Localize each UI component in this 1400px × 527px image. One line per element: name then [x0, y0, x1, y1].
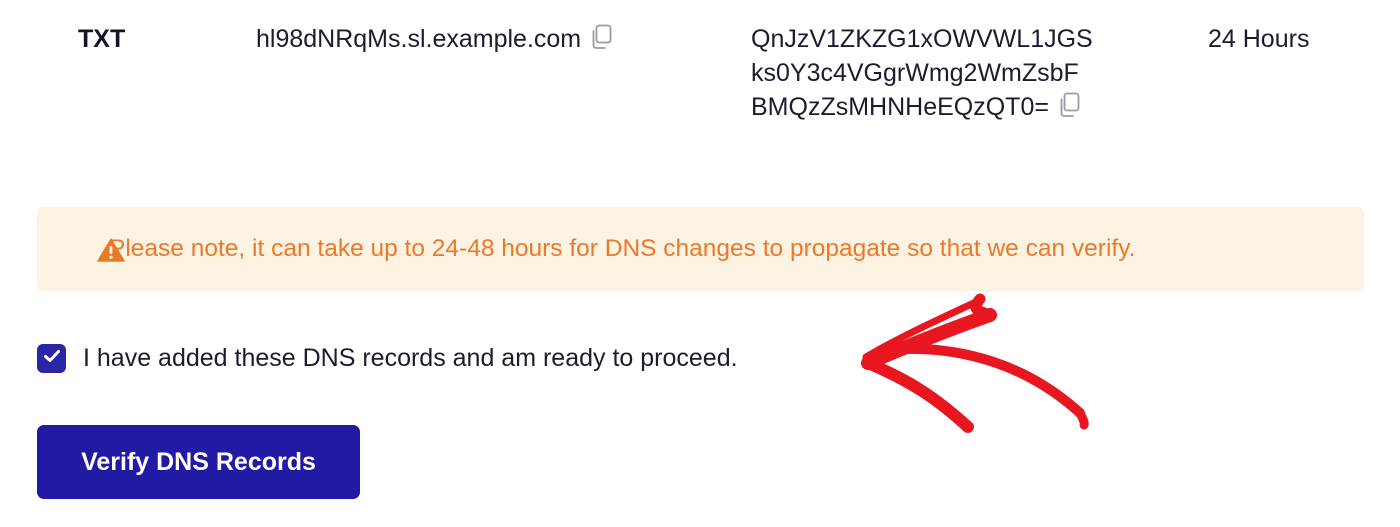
- confirm-row: I have added these DNS records and am re…: [37, 338, 738, 378]
- record-value-line: BMQzZsMHNHeEQzQT0=: [751, 90, 1171, 124]
- record-ttl: 24 Hours: [1208, 25, 1310, 53]
- verify-dns-records-button[interactable]: Verify DNS Records: [37, 425, 360, 499]
- confirm-label[interactable]: I have added these DNS records and am re…: [83, 344, 738, 373]
- copy-icon[interactable]: [1057, 92, 1081, 118]
- record-value: QnJzV1ZKZG1xOWVWL1JGS ks0Y3c4VGgrWmg2WmZ…: [751, 22, 1171, 124]
- record-value-line: QnJzV1ZKZG1xOWVWL1JGS: [751, 25, 1093, 53]
- record-host-text: hl98dNRqMs.sl.example.com: [256, 25, 582, 53]
- propagation-notice: Please note, it can take up to 24-48 hou…: [37, 207, 1364, 291]
- record-host: hl98dNRqMs.sl.example.com: [256, 22, 613, 56]
- warning-triangle-icon: [97, 238, 125, 262]
- dns-record-row: TXT hl98dNRqMs.sl.example.com QnJzV1ZKZG…: [0, 22, 1400, 142]
- record-value-line: ks0Y3c4VGgrWmg2WmZsbF: [751, 59, 1079, 87]
- copy-icon[interactable]: [589, 24, 613, 50]
- confirm-checkbox[interactable]: [37, 343, 66, 373]
- dns-verification-page: TXT hl98dNRqMs.sl.example.com QnJzV1ZKZG…: [0, 0, 1400, 527]
- checkmark-icon: [43, 349, 61, 368]
- notice-text: Please note, it can take up to 24-48 hou…: [109, 235, 1136, 262]
- record-value-line-text: BMQzZsMHNHeEQzQT0=: [751, 93, 1049, 121]
- red-arrow-annotation: [861, 293, 1089, 433]
- record-type: TXT: [78, 25, 126, 53]
